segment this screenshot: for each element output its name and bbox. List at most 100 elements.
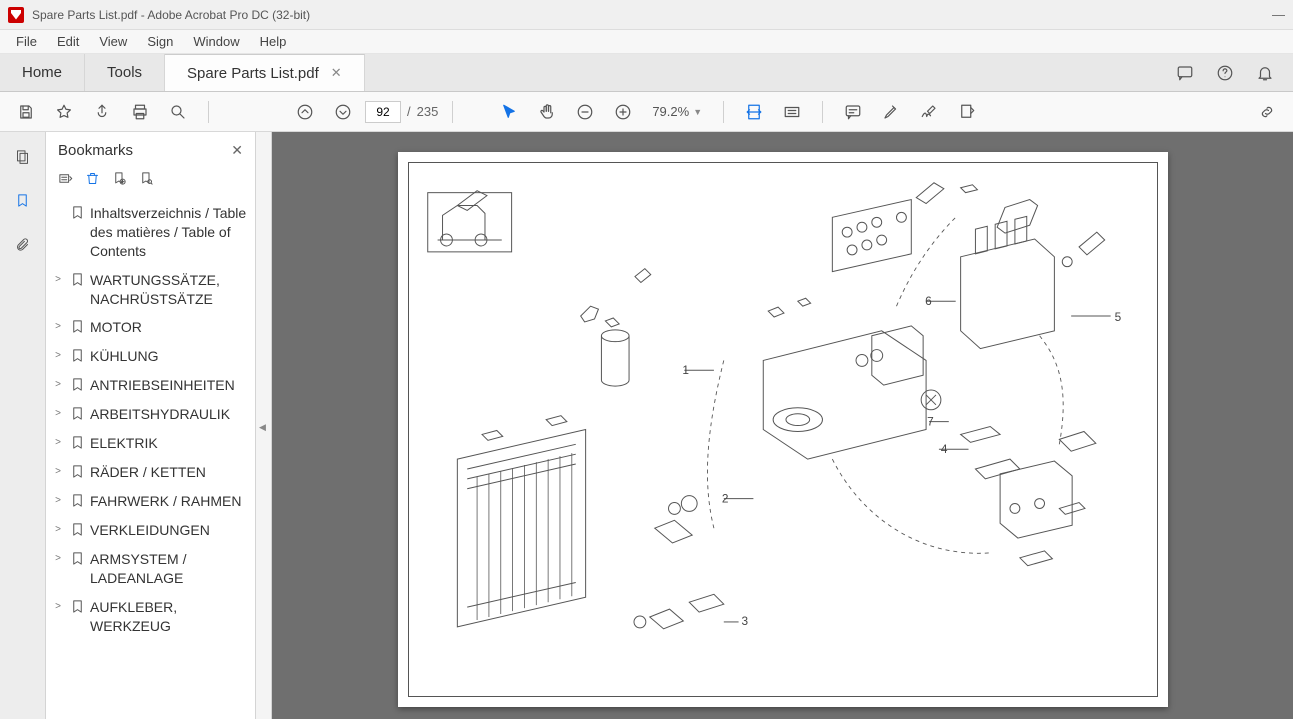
window-minimize-button[interactable]: —: [1272, 7, 1285, 22]
callout-5: 5: [1114, 310, 1121, 324]
thumbnails-button[interactable]: [11, 144, 35, 168]
page-up-button[interactable]: [289, 96, 321, 128]
bookmark-item[interactable]: > WARTUNGSSÄTZE, NACHRÜSTSÄTZE: [52, 266, 249, 314]
save-button[interactable]: [10, 96, 42, 128]
bookmark-label: WARTUNGSSÄTZE, NACHRÜSTSÄTZE: [90, 271, 249, 309]
window-title: Spare Parts List.pdf - Adobe Acrobat Pro…: [32, 8, 310, 22]
menu-window[interactable]: Window: [185, 32, 247, 51]
bookmarks-button[interactable]: [11, 188, 35, 212]
bookmark-item[interactable]: >MOTOR: [52, 313, 249, 342]
menu-edit[interactable]: Edit: [49, 32, 87, 51]
tab-close-button[interactable]: ✕: [331, 65, 342, 81]
star-button[interactable]: [48, 96, 80, 128]
chevron-down-icon: ▼: [693, 107, 702, 117]
bookmark-expand-icon[interactable]: >: [52, 318, 64, 332]
page-number-input[interactable]: [365, 101, 401, 123]
bookmark-item[interactable]: >RÄDER / KETTEN: [52, 458, 249, 487]
bookmark-add-button[interactable]: [112, 171, 127, 189]
bookmark-expand-icon[interactable]: >: [52, 347, 64, 361]
menu-sign[interactable]: Sign: [139, 32, 181, 51]
highlight-button[interactable]: [875, 96, 907, 128]
callout-6: 6: [925, 294, 932, 308]
bookmark-item[interactable]: > FAHRWERK / RAHMEN: [52, 487, 249, 516]
bookmark-icon: [70, 405, 84, 424]
read-mode-button[interactable]: [776, 96, 808, 128]
zoom-select[interactable]: 79.2% ▼: [645, 101, 709, 122]
tab-home[interactable]: Home: [0, 54, 85, 91]
print-button[interactable]: [124, 96, 156, 128]
bookmark-expand-icon[interactable]: >: [52, 550, 64, 564]
bookmark-icon: [70, 463, 84, 482]
callout-4: 4: [940, 442, 947, 456]
bookmark-item[interactable]: > ELEKTRIK: [52, 429, 249, 458]
callout-3: 3: [741, 614, 748, 628]
bookmark-icon: [70, 521, 84, 540]
bookmark-label: AUFKLEBER, WERKZEUG: [90, 598, 249, 636]
panel-title: Bookmarks: [58, 142, 133, 159]
bookmark-expand-icon[interactable]: [52, 204, 64, 207]
help-icon[interactable]: [1215, 63, 1235, 83]
zoom-in-button[interactable]: [607, 96, 639, 128]
bell-icon[interactable]: [1255, 63, 1275, 83]
link-button[interactable]: [1251, 96, 1283, 128]
bookmark-item[interactable]: > KÜHLUNG: [52, 342, 249, 371]
bookmark-item[interactable]: > ARMSYSTEM / LADEANLAGE: [52, 545, 249, 593]
menu-view[interactable]: View: [91, 32, 135, 51]
sign-button[interactable]: [913, 96, 945, 128]
bookmark-expand-icon[interactable]: >: [52, 598, 64, 612]
bookmark-icon: [70, 347, 84, 366]
bookmark-item[interactable]: >VERKLEIDUNGEN: [52, 516, 249, 545]
bookmark-list: Inhaltsverzeichnis / Table des matières …: [46, 199, 255, 719]
fit-width-button[interactable]: [738, 96, 770, 128]
bookmark-item[interactable]: > ARBEITSHYDRAULIK: [52, 400, 249, 429]
bookmark-find-button[interactable]: [139, 171, 154, 189]
bookmark-item[interactable]: > AUFKLEBER, WERKZEUG: [52, 593, 249, 641]
tab-home-label: Home: [22, 64, 62, 81]
bookmark-delete-button[interactable]: [85, 171, 100, 189]
bookmark-label: FAHRWERK / RAHMEN: [90, 492, 241, 511]
bookmark-expand-icon[interactable]: >: [52, 376, 64, 390]
tab-tools[interactable]: Tools: [85, 54, 165, 91]
bookmark-expand-icon[interactable]: >: [52, 434, 64, 448]
document-viewport[interactable]: 1 2 3 4 5 6 7: [272, 132, 1293, 719]
bookmark-icon: [70, 376, 84, 395]
menu-file[interactable]: File: [8, 32, 45, 51]
bookmark-expand-icon[interactable]: >: [52, 271, 64, 285]
bookmark-label: ARMSYSTEM / LADEANLAGE: [90, 550, 249, 588]
bookmark-label: KÜHLUNG: [90, 347, 158, 366]
share-button[interactable]: [86, 96, 118, 128]
page-down-button[interactable]: [327, 96, 359, 128]
bookmark-options-button[interactable]: [58, 171, 73, 189]
callout-7: 7: [927, 415, 934, 429]
bookmark-label: ARBEITSHYDRAULIK: [90, 405, 230, 424]
attachments-button[interactable]: [11, 232, 35, 256]
search-button[interactable]: [162, 96, 194, 128]
bookmark-expand-icon[interactable]: >: [52, 405, 64, 419]
zoom-out-button[interactable]: [569, 96, 601, 128]
bookmark-expand-icon[interactable]: >: [52, 492, 64, 506]
bookmark-icon: [70, 550, 84, 569]
bookmark-item[interactable]: Inhaltsverzeichnis / Table des matières …: [52, 199, 249, 266]
stamp-button[interactable]: [951, 96, 983, 128]
comment-button[interactable]: [837, 96, 869, 128]
hand-tool-button[interactable]: [531, 96, 563, 128]
bookmark-item[interactable]: >ANTRIEBSEINHEITEN: [52, 371, 249, 400]
bookmark-expand-icon[interactable]: >: [52, 521, 64, 535]
chat-icon[interactable]: [1175, 63, 1195, 83]
zoom-value: 79.2%: [652, 104, 689, 119]
bookmark-label: ELEKTRIK: [90, 434, 158, 453]
bookmark-icon: [70, 318, 84, 337]
bookmark-icon: [70, 204, 84, 223]
panel-collapse-handle[interactable]: [256, 132, 272, 719]
menu-bar: File Edit View Sign Window Help: [0, 30, 1293, 54]
bookmark-icon: [70, 271, 84, 290]
tab-document[interactable]: Spare Parts List.pdf ✕: [165, 54, 365, 91]
menu-help[interactable]: Help: [252, 32, 295, 51]
app-icon: [8, 7, 24, 23]
tab-document-label: Spare Parts List.pdf: [187, 65, 319, 82]
bookmark-icon: [70, 492, 84, 511]
panel-close-button[interactable]: ✕: [231, 142, 243, 159]
select-tool-button[interactable]: [493, 96, 525, 128]
callout-2: 2: [721, 492, 728, 506]
bookmark-expand-icon[interactable]: >: [52, 463, 64, 477]
